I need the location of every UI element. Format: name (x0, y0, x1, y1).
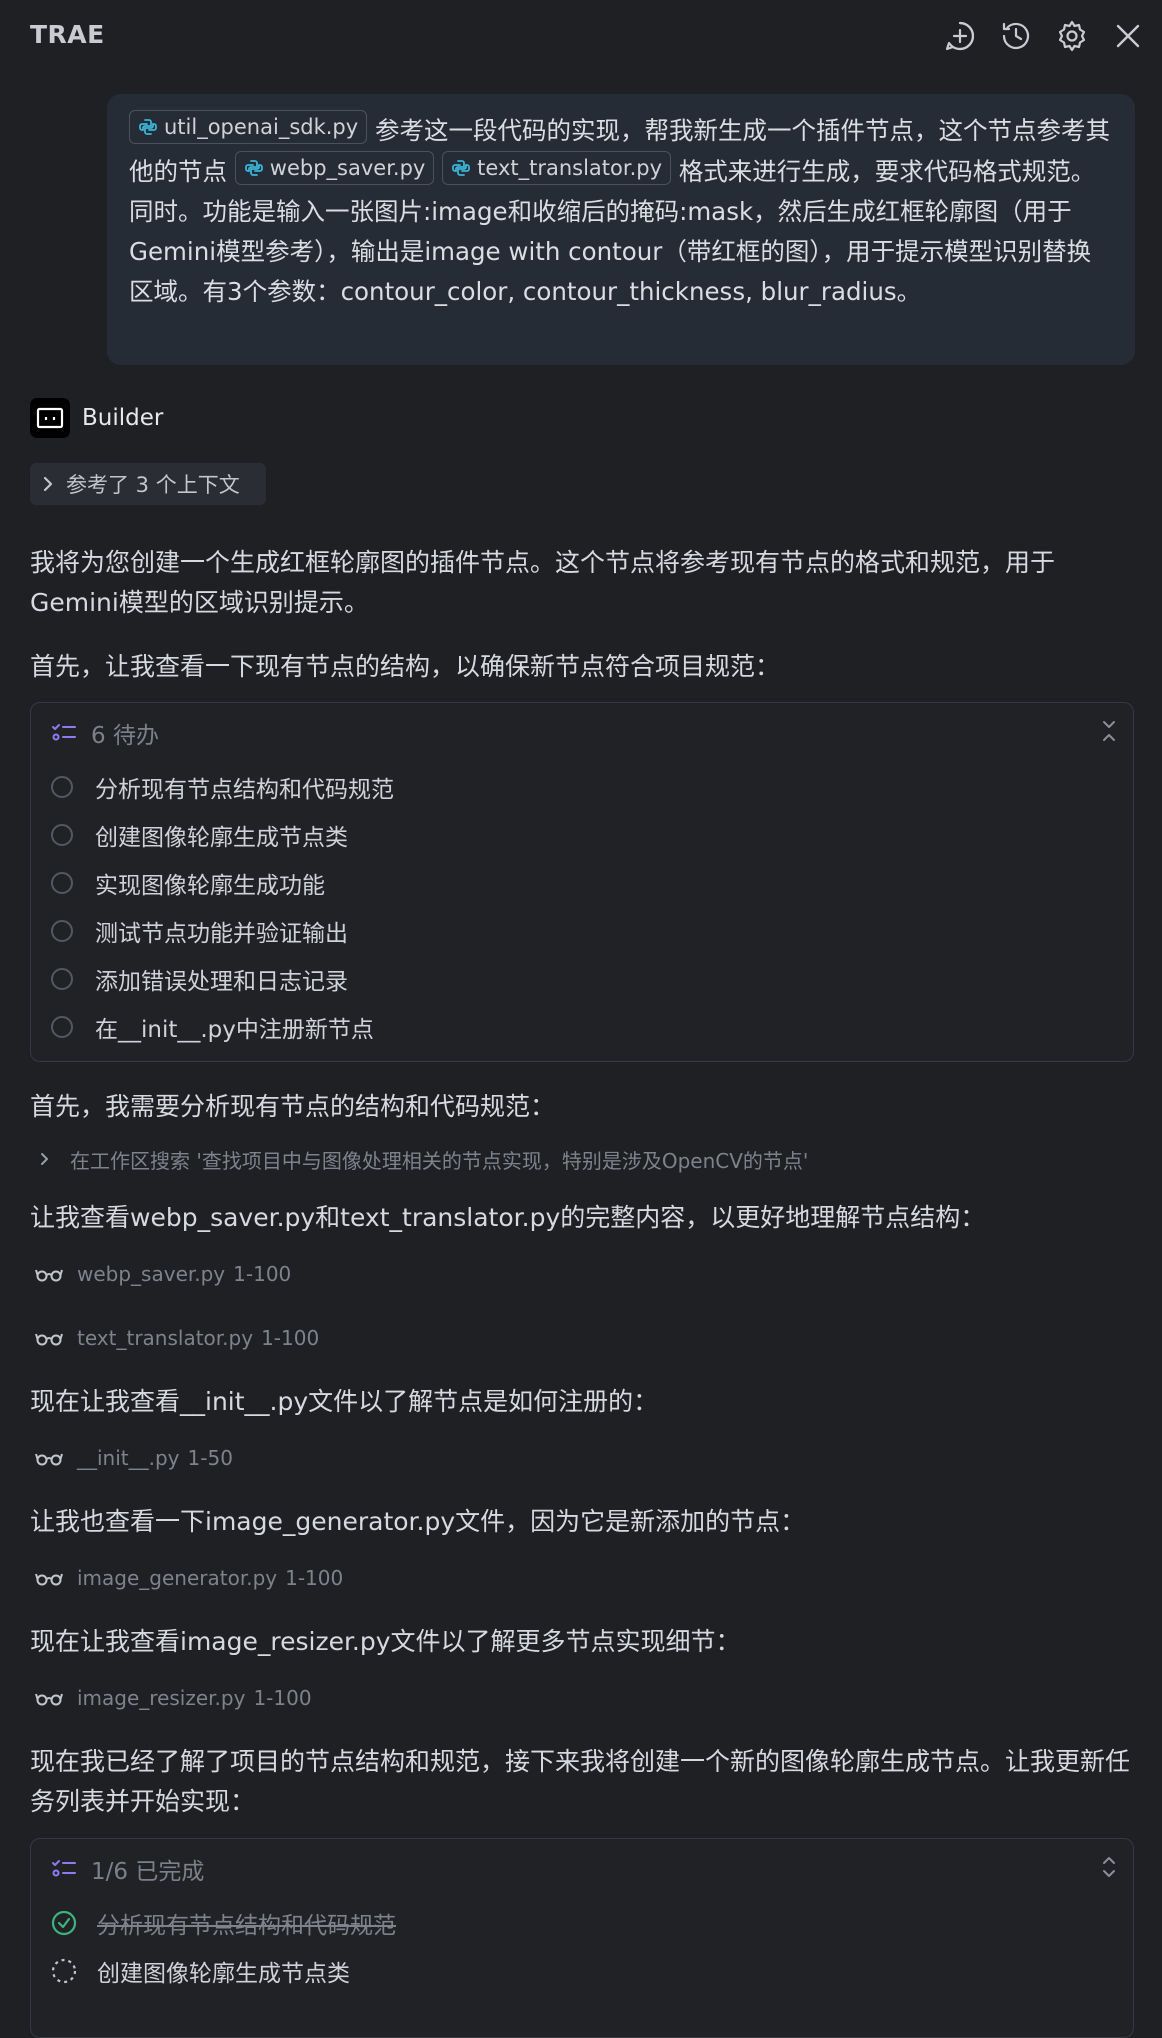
new-chat-icon[interactable] (943, 19, 977, 53)
todo-list: 6 待办 分析现有节点结构和代码规范 创建图像轮廓生成节点类 实现图像轮廓生成功… (30, 702, 1134, 1062)
assistant-step-text: 首先，让我查看一下现有节点的结构，以确保新节点符合项目规范： (30, 652, 781, 681)
read-file-name: __init__.py (77, 1446, 180, 1470)
todo-item-label: 分析现有节点结构和代码规范 (95, 777, 394, 803)
expand-icon[interactable] (1099, 1855, 1119, 1883)
file-chip[interactable]: util_openai_sdk.py (129, 110, 368, 144)
close-icon[interactable] (1111, 19, 1145, 53)
todo-item: 分析现有节点结构和代码规范 (51, 769, 394, 805)
terminal-icon (36, 407, 64, 429)
checklist-icon (52, 724, 76, 741)
assistant-step-text: 现在我已经了解了项目的节点结构和规范，接下来我将创建一个新的图像轮廓生成节点。让… (30, 1747, 1131, 1816)
todo-item: 添加错误处理和日志记录 (51, 961, 348, 997)
workspace-search-step[interactable]: 在工作区搜索 '查找项目中与图像处理相关的节点实现，特别是涉及OpenCV的节点… (38, 1144, 808, 1174)
file-chip[interactable]: text_translator.py (442, 151, 672, 185)
file-chip[interactable]: webp_saver.py (234, 151, 435, 185)
chevron-right-icon (41, 1153, 48, 1165)
assistant-step-text: 现在让我查看__init__.py文件以了解节点是如何注册的： (30, 1387, 659, 1416)
python-file-icon (452, 160, 471, 176)
python-file-icon (139, 119, 157, 135)
settings-icon[interactable] (1055, 19, 1089, 53)
collapse-icon[interactable] (1099, 719, 1119, 747)
chevron-right-icon (43, 476, 53, 492)
file-read-step[interactable]: webp_saver.py 1-100 (35, 1258, 291, 1290)
read-line-range: 1-100 (253, 1686, 312, 1710)
read-file-name: webp_saver.py (77, 1262, 226, 1286)
glasses-icon (35, 1333, 63, 1346)
todo-item-label: 创建图像轮廓生成节点类 (97, 1961, 350, 1987)
pending-circle-icon (51, 776, 73, 798)
file-read-step[interactable]: image_generator.py 1-100 (35, 1562, 343, 1594)
context-label: 参考了 3 个上下文 (66, 473, 240, 497)
panel-header: TRAE (0, 0, 1162, 72)
todo-item-label: 在__init__.py中注册新节点 (95, 1017, 374, 1043)
todo-item: 创建图像轮廓生成节点类 (51, 817, 348, 853)
read-line-range: 1-100 (285, 1566, 344, 1590)
history-icon[interactable] (999, 19, 1033, 53)
assistant-step-text: 让我也查看一下image_generator.py文件，因为它是新添加的节点： (30, 1507, 806, 1536)
assistant-intro: 我将为您创建一个生成红框轮廓图的插件节点。这个节点将参考现有节点的格式和规范，用… (30, 548, 1056, 617)
todo-header: 6 待办 (51, 717, 159, 749)
file-read-step[interactable]: text_translator.py 1-100 (35, 1322, 319, 1354)
todo-item-label: 添加错误处理和日志记录 (95, 969, 348, 995)
pending-circle-icon (51, 968, 73, 990)
search-step-label: 在工作区搜索 '查找项目中与图像处理相关的节点实现，特别是涉及OpenCV的节点… (70, 1148, 809, 1173)
context-toggle[interactable]: 参考了 3 个上下文 (30, 463, 266, 505)
pending-circle-icon (51, 1016, 73, 1038)
todo-header: 1/6 已完成 (51, 1853, 204, 1885)
pending-circle-icon (51, 824, 73, 846)
spinner-icon (51, 1958, 77, 1984)
assistant-step-text: 让我查看webp_saver.py和text_translator.py的完整内… (30, 1203, 986, 1232)
todo-count: 6 待办 (91, 723, 159, 749)
todo-item: 分析现有节点结构和代码规范 (51, 1905, 396, 1941)
glasses-icon (35, 1573, 63, 1586)
todo-item-label: 测试节点功能并验证输出 (95, 921, 348, 947)
user-message: util_openai_sdk.py 参考这一段代码的实现，帮我新生成一个插件节… (107, 94, 1135, 365)
todo-item-label: 创建图像轮廓生成节点类 (95, 825, 348, 851)
read-file-name: image_generator.py (77, 1566, 278, 1590)
file-read-step[interactable]: image_resizer.py 1-100 (35, 1682, 312, 1714)
todo-item: 测试节点功能并验证输出 (51, 913, 348, 949)
assistant-header: Builder (30, 398, 163, 438)
check-circle-icon (51, 1910, 77, 1936)
read-line-range: 1-100 (233, 1262, 292, 1286)
builder-avatar (30, 398, 70, 438)
todo-item: 在__init__.py中注册新节点 (51, 1009, 374, 1045)
app-title: TRAE (30, 20, 105, 49)
todo-list-progress: 1/6 已完成 分析现有节点结构和代码规范 创建图像轮廓生成节点类 (30, 1838, 1134, 2038)
todo-item: 创建图像轮廓生成节点类 (51, 1953, 350, 1989)
pending-circle-icon (51, 872, 73, 894)
assistant-step-text: 现在让我查看image_resizer.py文件以了解更多节点实现细节： (30, 1627, 741, 1656)
assistant-name: Builder (82, 405, 164, 431)
todo-item-label: 分析现有节点结构和代码规范 (97, 1913, 396, 1939)
python-file-icon (244, 160, 263, 176)
glasses-icon (35, 1269, 63, 1282)
file-chip-label: webp_saver.py (269, 156, 426, 180)
assistant-step-text: 首先，我需要分析现有节点的结构和代码规范： (30, 1092, 556, 1121)
todo-progress: 1/6 已完成 (91, 1859, 205, 1885)
read-file-name: text_translator.py (77, 1326, 254, 1350)
read-line-range: 1-100 (261, 1326, 320, 1350)
pending-circle-icon (51, 920, 73, 942)
glasses-icon (35, 1693, 63, 1706)
file-chip-label: text_translator.py (477, 156, 663, 180)
read-line-range: 1-50 (187, 1446, 233, 1470)
todo-item: 实现图像轮廓生成功能 (51, 865, 325, 901)
file-chip-label: util_openai_sdk.py (164, 115, 359, 139)
glasses-icon (35, 1453, 63, 1466)
read-file-name: image_resizer.py (77, 1686, 246, 1710)
file-read-step[interactable]: __init__.py 1-50 (35, 1442, 233, 1474)
checklist-icon (52, 1860, 76, 1877)
todo-item-label: 实现图像轮廓生成功能 (95, 873, 325, 899)
